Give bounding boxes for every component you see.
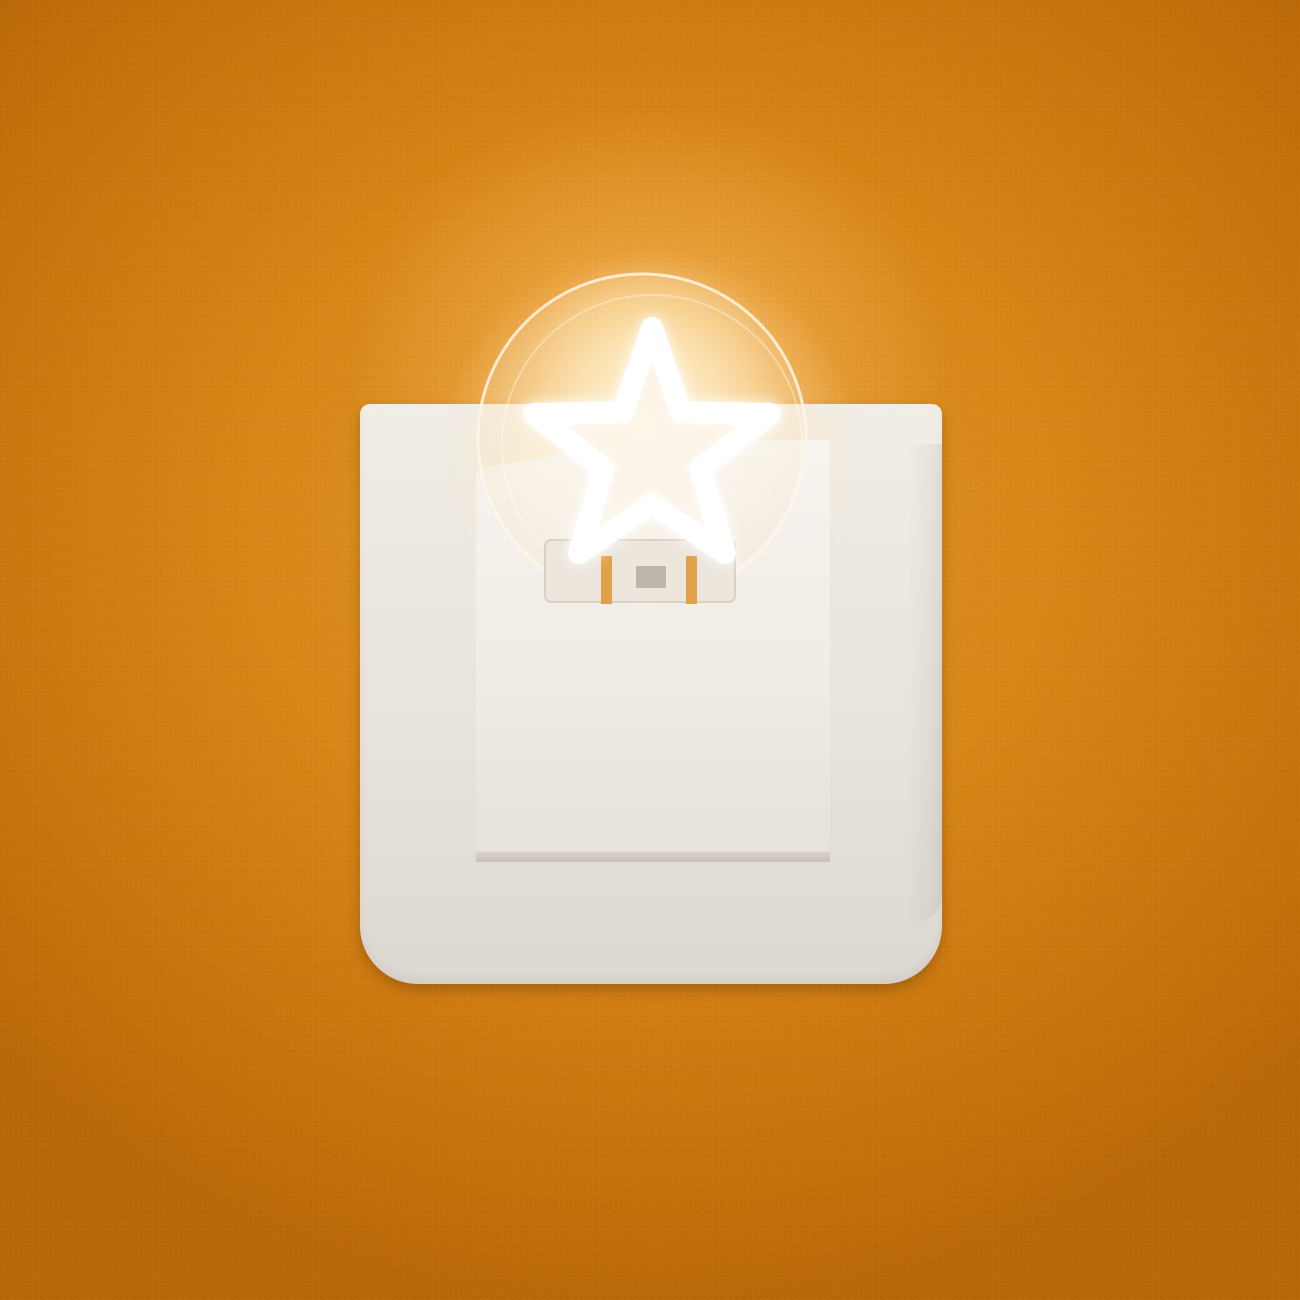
night-light-lamp bbox=[476, 272, 808, 604]
photo-scene bbox=[0, 0, 1300, 1300]
led-pin-right bbox=[686, 556, 697, 604]
led-chip bbox=[636, 566, 666, 588]
led-pin-left bbox=[601, 556, 612, 604]
